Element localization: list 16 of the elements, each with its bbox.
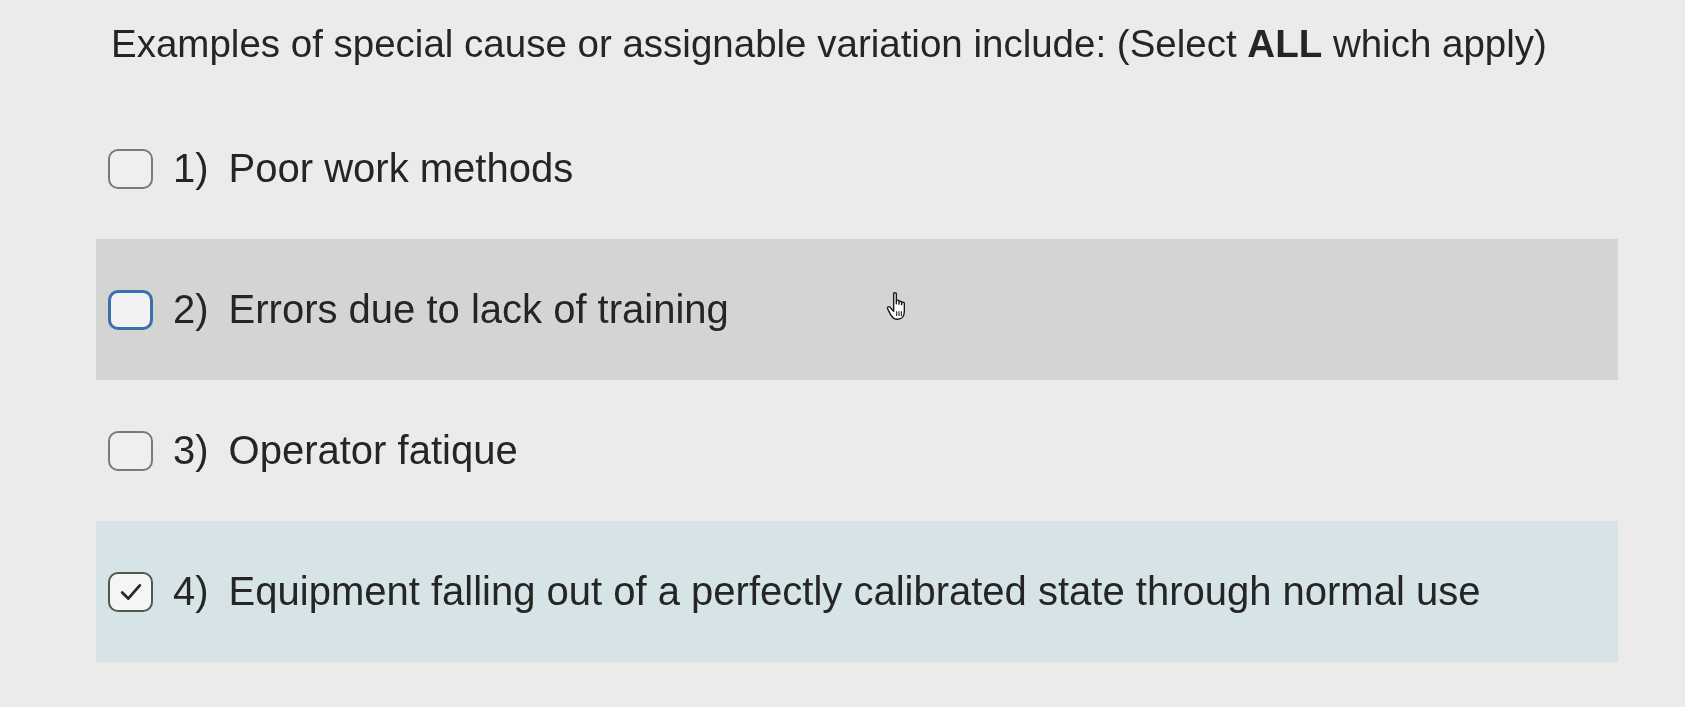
checkbox[interactable]	[108, 289, 153, 330]
option-number: 2)	[173, 287, 209, 332]
option-number: 3)	[173, 428, 209, 473]
checkmark-icon	[119, 582, 142, 601]
checkbox[interactable]	[108, 571, 153, 612]
option-number: 4)	[173, 569, 209, 614]
option-label: Poor work methods	[228, 146, 574, 191]
option-label: Equipment falling out of a perfectly calibrated state through normal use	[228, 569, 1481, 614]
option-number: 1)	[173, 146, 209, 191]
answer-option[interactable]: 2) Errors due to lack of training	[96, 239, 1618, 380]
checkbox[interactable]	[108, 430, 153, 471]
option-label: Errors due to lack of training	[228, 287, 729, 332]
option-label: Operator fatique	[228, 428, 518, 473]
question-text: Examples of special cause or assignable variation include: (Select ALL which apply)	[111, 21, 1548, 67]
checkbox[interactable]	[108, 148, 153, 189]
answer-option[interactable]: 4) Equipment falling out of a perfectly calibrated state through normal use	[96, 521, 1618, 662]
